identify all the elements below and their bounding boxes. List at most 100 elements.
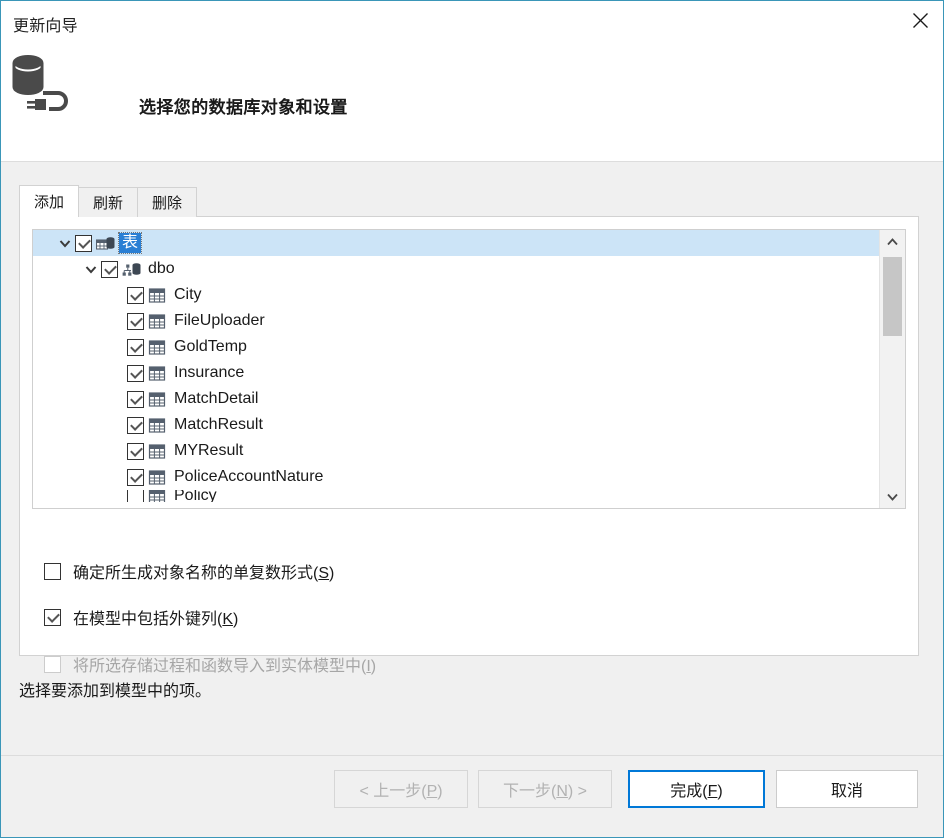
tab-add[interactable]: 添加 [19,185,80,217]
tree-row[interactable]: Policy [33,490,880,502]
table-icon [147,490,167,502]
scroll-down-button[interactable] [880,485,905,508]
close-icon [912,12,928,28]
button-bar: < 上一步(P) 下一步(N) > 完成(F) 取消 [1,756,943,837]
checkbox-pluralize[interactable] [44,562,61,580]
table-icon [148,469,165,485]
content-area: 添加 刷新 删除 表 dbo City FileUploader GoldTemp Insur… [1,162,943,755]
cancel-button[interactable]: 取消 [776,770,918,808]
cancel-button-label: 取消 [830,783,863,800]
tree-row[interactable]: MatchDetail [33,386,880,412]
tree-checkbox[interactable] [127,390,144,408]
option-pluralize-label: 确定所生成对象名称的单复数形式(S) [73,565,335,582]
tree-row[interactable]: MYResult [33,438,880,464]
table-icon [147,468,167,486]
title-bar: 更新向导 [1,1,943,43]
scroll-up-button[interactable] [880,230,905,253]
option-stored-procedures-label: 将所选存储过程和函数导入到实体模型中(I) [73,658,377,675]
table-icon [147,442,167,460]
tab-label: 删除 [152,195,183,212]
tree-checkbox[interactable] [101,260,118,278]
tree-node-label: GoldTemp [174,338,247,355]
update-wizard-dialog: 更新向导 选择您的数据库对象和设置 添加 刷新 删除 表 dbo City Fi… [0,0,944,838]
tree-node-label: 表 [117,232,143,254]
tree-node-label: Policy [174,490,217,502]
tree-checkbox[interactable] [127,312,144,330]
option-stored-procedures: 将所选存储过程和函数导入到实体模型中(I) [44,652,376,676]
tab-strip: 添加 刷新 删除 [19,185,919,217]
back-button[interactable]: < 上一步(P) [334,770,468,808]
checkbox-foreign-keys[interactable] [44,608,61,626]
tree-node-label: MatchResult [174,416,263,433]
status-text: 选择要添加到模型中的项。 [19,683,212,700]
tree-row[interactable]: City [33,282,880,308]
tree-scrollbar[interactable] [879,230,905,508]
tree-checkbox[interactable] [127,490,144,502]
tree-row[interactable]: FileUploader [33,308,880,334]
header-band: 选择您的数据库对象和设置 [1,43,943,161]
schema-icon [121,260,141,278]
table-icon [148,443,165,459]
finish-button[interactable]: 完成(F) [628,770,765,808]
tab-label: 刷新 [93,195,124,212]
tables-folder-icon [95,236,114,250]
scrollbar-thumb[interactable] [883,257,902,336]
tree-node-label: Insurance [174,364,245,381]
tables-folder-icon [95,234,115,252]
database-connection-icon [9,49,75,111]
table-icon [148,490,165,502]
table-icon [147,390,167,408]
tree-row[interactable]: PoliceAccountNature [33,464,880,490]
chevron-down-icon [59,239,71,247]
schema-icon [122,262,140,276]
tree-node-label: FileUploader [174,312,265,329]
table-icon [147,364,167,382]
next-button[interactable]: 下一步(N) > [478,770,612,808]
finish-button-label: 完成(F) [670,783,723,800]
close-button[interactable] [897,1,943,39]
tree-checkbox[interactable] [127,338,144,356]
next-button-label: 下一步(N) > [502,783,588,800]
window-title: 更新向导 [13,18,78,35]
database-objects-listbox[interactable]: 表 dbo City FileUploader GoldTemp Insurance Mat… [32,229,906,509]
tab-label: 添加 [34,194,65,211]
tree-checkbox[interactable] [75,234,92,252]
option-foreign-keys[interactable]: 在模型中包括外键列(K) [44,605,238,629]
checkbox-stored-procedures [44,655,61,673]
table-icon [148,391,165,407]
table-icon [148,287,165,303]
table-icon [148,417,165,433]
tree-checkbox[interactable] [127,468,144,486]
tree-node-label: MYResult [174,442,244,459]
table-icon [147,338,167,356]
tab-refresh[interactable]: 刷新 [78,187,139,217]
tree-row[interactable]: GoldTemp [33,334,880,360]
tab-panel-add: 表 dbo City FileUploader GoldTemp Insurance Mat… [19,216,919,675]
table-icon [148,365,165,381]
tree-row[interactable]: Insurance [33,360,880,386]
option-pluralize[interactable]: 确定所生成对象名称的单复数形式(S) [44,559,334,583]
tab-delete[interactable]: 删除 [137,187,198,217]
tree-scroll-region: 表 dbo City FileUploader GoldTemp Insurance Mat… [33,230,880,508]
table-icon [148,313,165,329]
tree-row[interactable]: dbo [33,256,880,282]
table-icon [147,416,167,434]
tree-checkbox[interactable] [127,364,144,382]
table-icon [148,339,165,355]
tree-checkbox[interactable] [127,442,144,460]
tree-expander[interactable] [81,256,101,282]
chevron-up-icon [887,237,898,245]
tree-node-label: City [174,286,202,303]
tree-node-label: dbo [148,260,175,277]
tree-checkbox[interactable] [127,286,144,304]
tree-expander[interactable] [55,230,75,256]
tree-node-label: PoliceAccountNature [174,468,324,485]
tree-row[interactable]: 表 [33,230,880,256]
tab-control: 添加 刷新 删除 表 dbo City FileUploader GoldTemp Insur… [19,185,919,675]
option-foreign-keys-label: 在模型中包括外键列(K) [73,611,239,628]
tree-node-label: MatchDetail [174,390,259,407]
tree-checkbox[interactable] [127,416,144,434]
tree-row[interactable]: MatchResult [33,412,880,438]
page-title: 选择您的数据库对象和设置 [139,98,348,117]
table-icon [147,286,167,304]
